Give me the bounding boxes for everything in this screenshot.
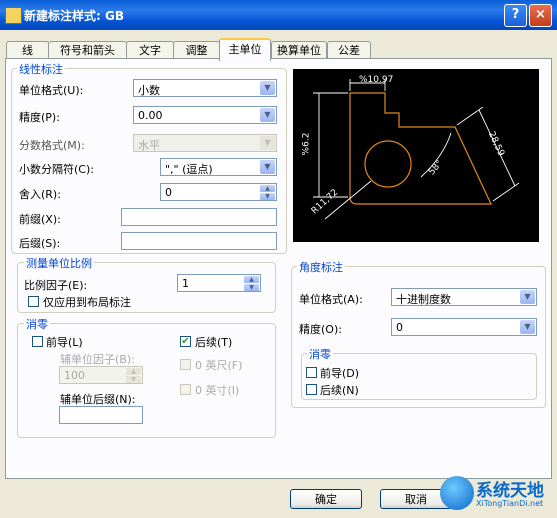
suffix-label: 后缀(S): bbox=[19, 237, 61, 250]
layout-only-label: 仅应用到布局标注 bbox=[43, 296, 131, 309]
unit-format-select[interactable]: 小数 ▼ bbox=[133, 79, 277, 97]
prefix-input[interactable] bbox=[121, 208, 277, 226]
tab-lines[interactable]: 线 bbox=[6, 41, 49, 59]
tab-text[interactable]: 文字 bbox=[126, 41, 174, 59]
scale-factor-spinner[interactable]: 1 ▲ ▼ bbox=[177, 274, 261, 292]
globe-logo-icon bbox=[440, 476, 474, 510]
scale-factor-label: 比例因子(E): bbox=[24, 279, 88, 292]
angular-unit-format-select[interactable]: 十进制度数 ▼ bbox=[391, 288, 537, 306]
roundoff-label: 舍入(R): bbox=[19, 188, 61, 201]
inches-label: 0 英寸(I) bbox=[195, 384, 240, 397]
angular-zero-title: 消零 bbox=[307, 346, 333, 362]
help-button[interactable]: ? bbox=[504, 4, 527, 27]
close-button[interactable]: × bbox=[529, 4, 552, 27]
part-outline bbox=[349, 92, 492, 205]
chevron-down-icon: ▼ bbox=[260, 136, 275, 150]
app-icon bbox=[5, 7, 22, 24]
dim-top-text: %10.97 bbox=[359, 75, 394, 85]
feet-checkbox[interactable] bbox=[180, 359, 191, 370]
tab-symbols-arrows[interactable]: 符号和箭头 bbox=[48, 41, 127, 59]
chevron-down-icon: ▼ bbox=[260, 108, 275, 122]
leading-checkbox[interactable] bbox=[32, 336, 43, 347]
chevron-down-icon: ▼ bbox=[520, 320, 535, 334]
zero-suppression-title: 消零 bbox=[24, 316, 50, 332]
spin-down-icon[interactable]: ▼ bbox=[244, 284, 259, 291]
chevron-down-icon: ▼ bbox=[260, 160, 275, 174]
spin-down-icon[interactable]: ▼ bbox=[126, 376, 141, 383]
spin-up-icon[interactable]: ▲ bbox=[244, 276, 259, 283]
leading-label: 前导(L) bbox=[46, 336, 83, 349]
watermark: 系统天地 XiTongTianDi.net bbox=[440, 474, 550, 514]
dimension-preview: %10.97 %6.2 28,59 R11,72 58° bbox=[293, 69, 539, 242]
watermark-url: XiTongTianDi.net bbox=[476, 499, 544, 508]
chevron-down-icon: ▼ bbox=[260, 81, 275, 95]
angular-trailing-checkbox[interactable] bbox=[306, 384, 317, 395]
angular-group-title: 角度标注 bbox=[297, 259, 345, 275]
tab-alternate-units[interactable]: 换算单位 bbox=[271, 41, 327, 59]
angular-precision-label: 精度(O): bbox=[299, 323, 342, 336]
tab-fit[interactable]: 调整 bbox=[173, 41, 220, 59]
dim-left-text: %6.2 bbox=[301, 132, 312, 156]
sub-unit-suffix-label: 辅单位后缀(N): bbox=[60, 393, 136, 406]
fraction-format-label: 分数格式(M): bbox=[19, 139, 85, 152]
fraction-format-select[interactable]: 水平 ▼ bbox=[133, 134, 277, 152]
linear-group-title: 线性标注 bbox=[17, 61, 65, 77]
roundoff-spinner[interactable]: 0 ▲ ▼ bbox=[160, 183, 277, 201]
scale-group-title: 测量单位比例 bbox=[24, 255, 94, 271]
sub-unit-factor-label: 辅单位因子(B): bbox=[60, 353, 135, 366]
decimal-separator-select[interactable]: "," (逗点) ▼ bbox=[160, 158, 277, 176]
angular-leading-checkbox[interactable] bbox=[306, 367, 317, 378]
tab-tolerances[interactable]: 公差 bbox=[327, 41, 371, 59]
angular-unit-format-label: 单位格式(A): bbox=[299, 293, 363, 306]
spin-down-icon[interactable]: ▼ bbox=[260, 193, 275, 200]
layout-only-checkbox[interactable] bbox=[28, 296, 39, 307]
feet-label: 0 英尺(F) bbox=[195, 359, 243, 372]
tab-primary-units[interactable]: 主单位 bbox=[219, 38, 271, 61]
sub-unit-factor-spinner[interactable]: 100 ▲ ▼ bbox=[59, 366, 143, 384]
watermark-text: 系统天地 bbox=[476, 481, 544, 501]
prefix-label: 前缀(X): bbox=[19, 213, 61, 226]
ok-button[interactable]: 确定 bbox=[290, 489, 362, 509]
window-title: 新建标注样式: GB bbox=[24, 9, 124, 23]
chevron-down-icon: ▼ bbox=[520, 290, 535, 304]
precision-select[interactable]: 0.00 ▼ bbox=[133, 106, 277, 124]
trailing-label: 后续(T) bbox=[195, 336, 233, 349]
trailing-checkbox[interactable]: ✔ bbox=[180, 336, 191, 347]
sub-unit-suffix-input[interactable] bbox=[59, 406, 143, 424]
angular-trailing-label: 后续(N) bbox=[320, 384, 359, 397]
title-bar: 新建标注样式: GB ? × bbox=[0, 0, 557, 30]
inches-checkbox[interactable] bbox=[180, 384, 191, 395]
decimal-separator-label: 小数分隔符(C): bbox=[19, 163, 94, 176]
angular-precision-select[interactable]: 0 ▼ bbox=[391, 318, 537, 336]
unit-format-label: 单位格式(U): bbox=[19, 84, 84, 97]
angular-leading-label: 前导(D) bbox=[320, 367, 360, 380]
spin-up-icon[interactable]: ▲ bbox=[260, 185, 275, 192]
suffix-input[interactable] bbox=[121, 232, 277, 250]
spin-up-icon[interactable]: ▲ bbox=[126, 368, 141, 375]
precision-label: 精度(P): bbox=[19, 111, 60, 124]
